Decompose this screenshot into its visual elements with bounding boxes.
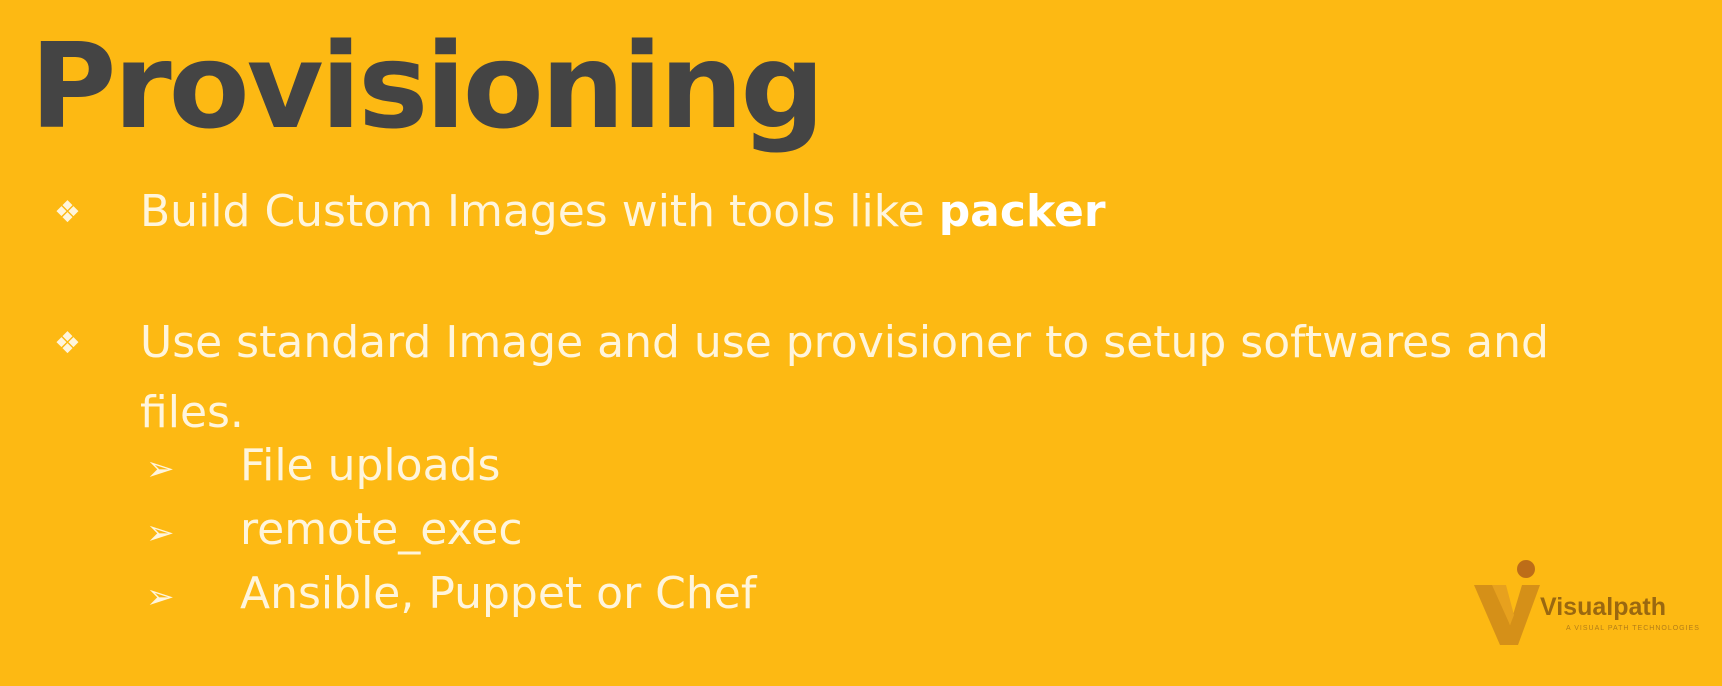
- bullet-text-bold: packer: [938, 186, 1106, 237]
- logo-mark-icon: [1474, 560, 1540, 645]
- sub-list-item: ➢ File uploads: [146, 440, 756, 504]
- visualpath-logo: Visualpath A VISUAL PATH TECHNOLOGIES: [1470, 555, 1700, 650]
- sub-item-text: remote_exec: [240, 504, 523, 555]
- bullet-text: Use standard Image and use provisioner t…: [140, 317, 1549, 438]
- sub-list-item: ➢ Ansible, Puppet or Chef: [146, 568, 756, 632]
- logo-wordmark: Visualpath: [1540, 593, 1666, 621]
- sub-list: ➢ File uploads ➢ remote_exec ➢ Ansible, …: [146, 440, 756, 632]
- bullet-text-regular: Build Custom Images with tools like: [140, 186, 939, 237]
- bullet-text: Build Custom Images with tools like pack…: [140, 177, 1660, 247]
- diamond-bullet-icon: ❖: [54, 195, 81, 230]
- bullet-item-2: ❖ Use standard Image and use provisioner…: [54, 308, 1660, 448]
- diamond-bullet-icon: ❖: [54, 326, 81, 361]
- arrow-bullet-icon: ➢: [146, 449, 175, 489]
- sub-item-text: File uploads: [240, 440, 501, 491]
- arrow-bullet-icon: ➢: [146, 577, 175, 617]
- arrow-bullet-icon: ➢: [146, 513, 175, 553]
- bullet-item-1: ❖ Build Custom Images with tools like pa…: [54, 177, 1660, 247]
- sub-item-text: Ansible, Puppet or Chef: [240, 568, 757, 619]
- slide: Provisioning ❖ Build Custom Images with …: [0, 0, 1722, 686]
- logo-tagline: A VISUAL PATH TECHNOLOGIES: [1566, 625, 1700, 632]
- sub-list-item: ➢ remote_exec: [146, 504, 756, 568]
- slide-title: Provisioning: [30, 17, 825, 155]
